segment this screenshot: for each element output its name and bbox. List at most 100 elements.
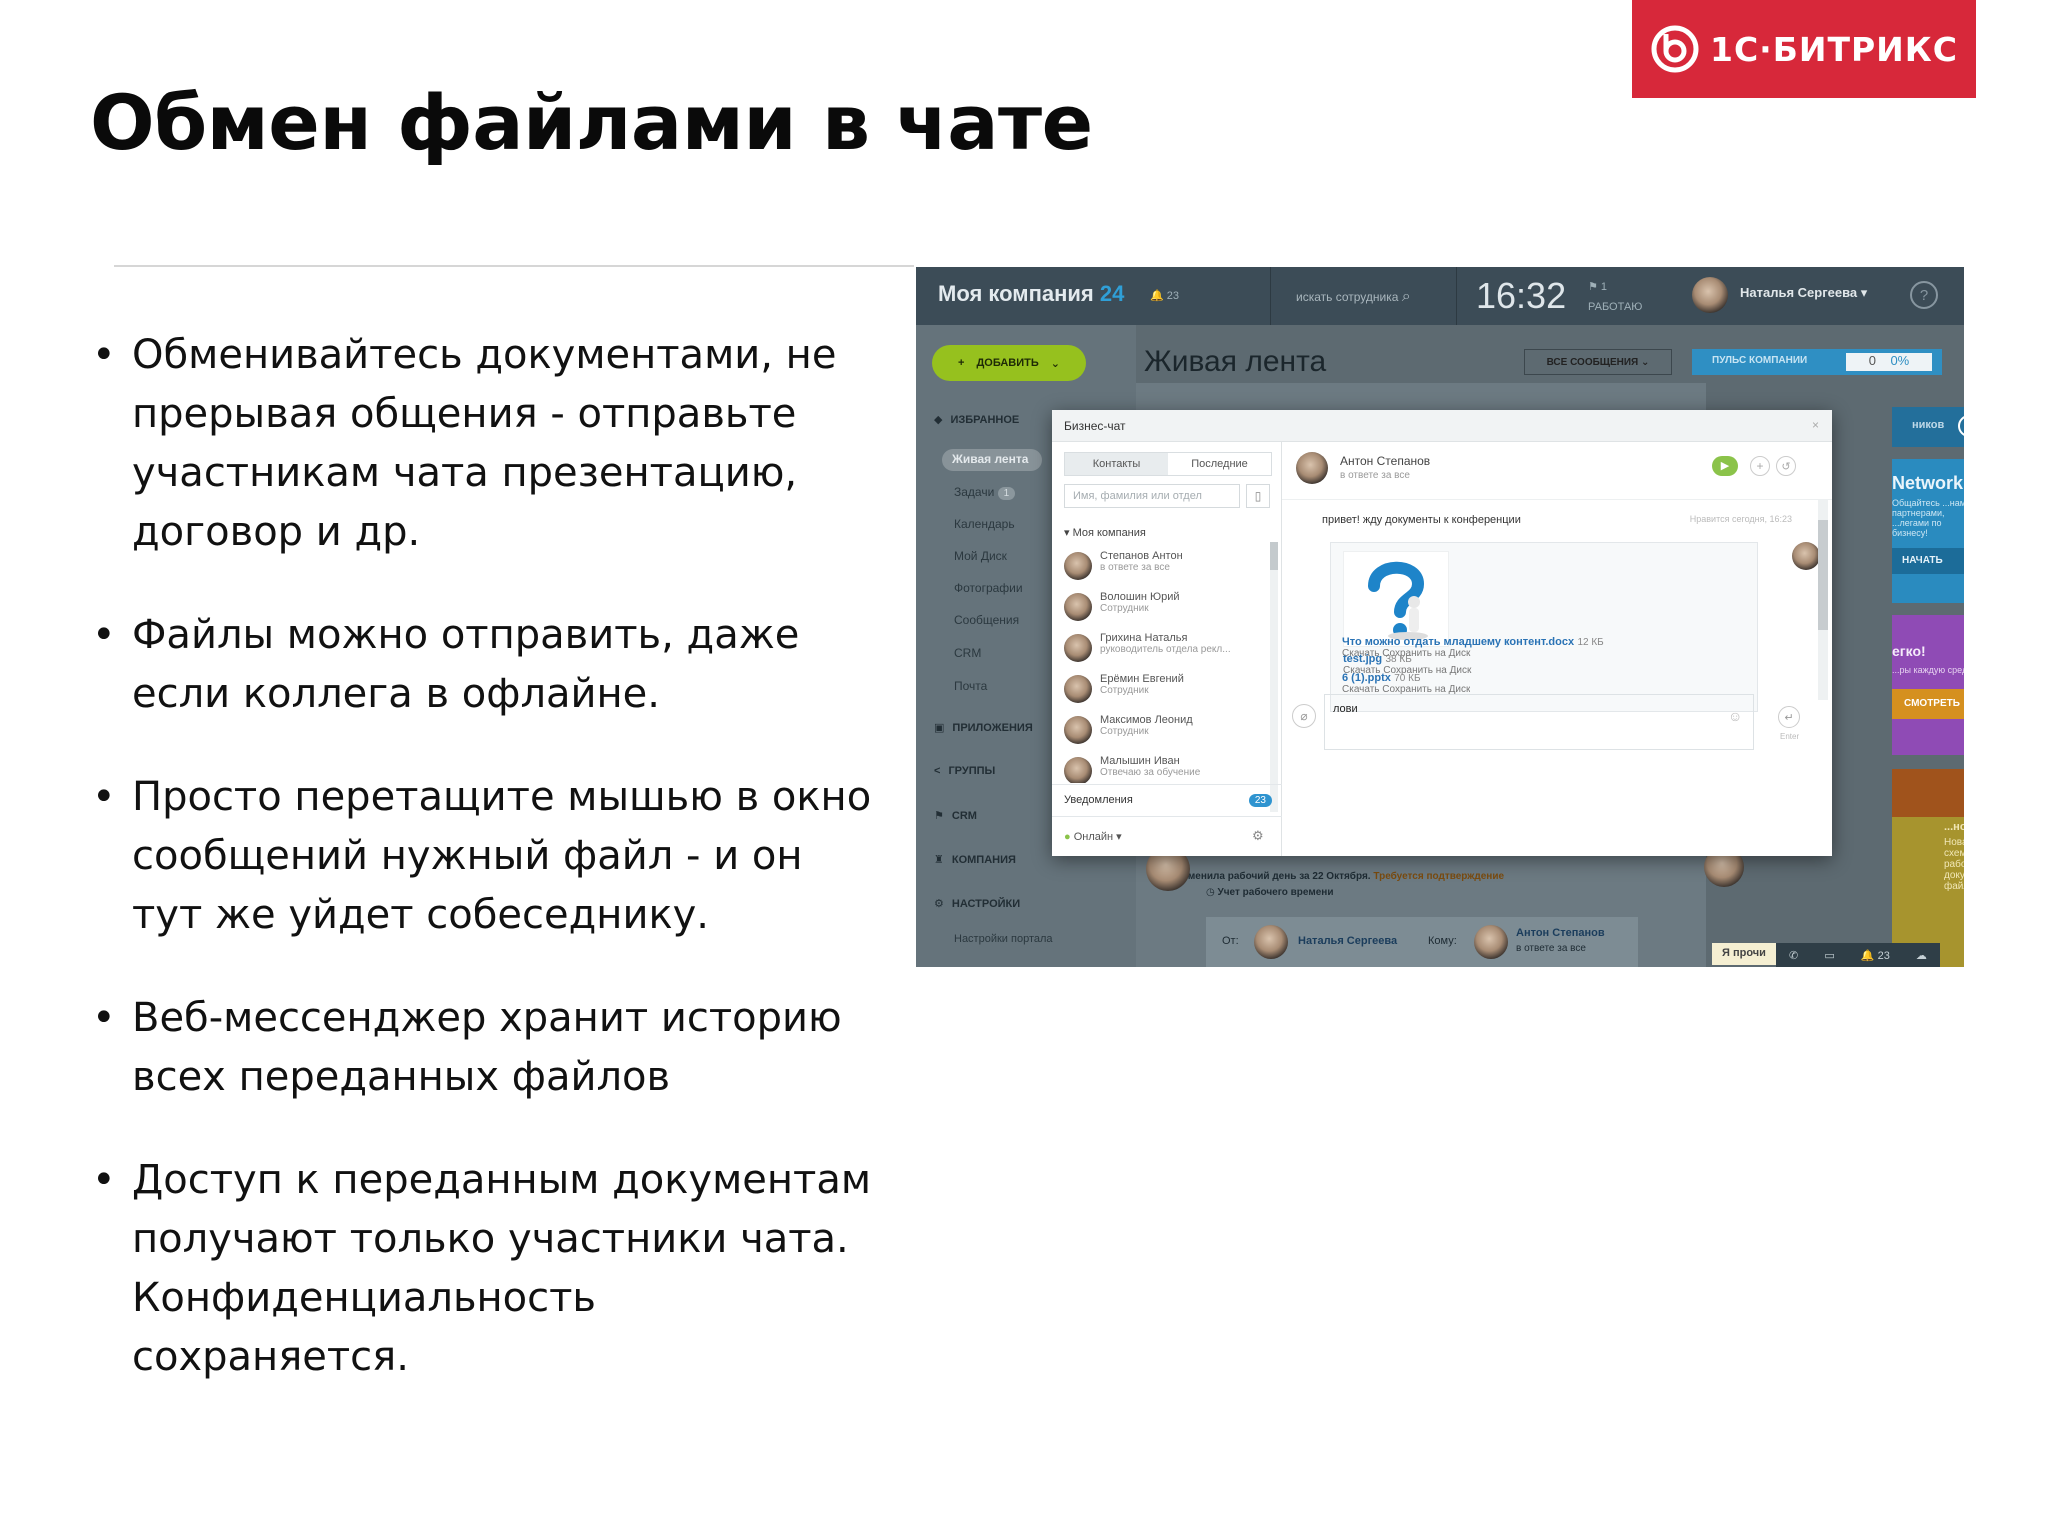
- to-name[interactable]: Антон Степанов: [1516, 927, 1605, 939]
- enter-hint: Enter: [1780, 732, 1800, 741]
- close-icon[interactable]: ×: [1812, 418, 1819, 432]
- contact-item[interactable]: Степанов Антон в ответе за все: [1064, 550, 1183, 588]
- tasks-count: 1: [997, 487, 1016, 500]
- right-card-1[interactable]: ников+: [1892, 407, 1964, 447]
- upload-icon[interactable]: ☁: [1916, 949, 1927, 962]
- mobile-icon[interactable]: ▯: [1246, 484, 1270, 508]
- nav-groups[interactable]: < ГРУППЫ: [934, 765, 995, 777]
- bullet-item: Доступ к переданным документам получают …: [92, 1151, 882, 1387]
- online-status[interactable]: ● Онлайн ▾: [1064, 830, 1122, 843]
- network-start-button[interactable]: НАЧАТЬ: [1892, 548, 1964, 574]
- tab-recent[interactable]: Последние: [1168, 453, 1271, 475]
- contact-status: Сотрудник: [1100, 685, 1149, 696]
- notifications-row[interactable]: Уведомления 23: [1064, 794, 1272, 807]
- feed-event-link[interactable]: Требуется подтверждение: [1373, 871, 1504, 882]
- work-status[interactable]: ⚑ 1 РАБОТАЮ: [1588, 277, 1642, 317]
- promo-watch-button[interactable]: СМОТРЕТЬ: [1892, 689, 1964, 719]
- add-user-icon[interactable]: +: [1750, 456, 1770, 476]
- feed-event-sub[interactable]: ◷ Учет рабочего времени: [1206, 887, 1333, 898]
- topbar-notifications[interactable]: 🔔 23: [1150, 289, 1179, 302]
- divider: [1052, 784, 1282, 785]
- nav-portal-settings[interactable]: Настройки портала: [954, 933, 1053, 945]
- company-name[interactable]: Моя компания 24: [938, 281, 1124, 307]
- nav-item-messages[interactable]: Сообщения: [954, 613, 1019, 627]
- contacts-scrollbar[interactable]: [1270, 542, 1278, 812]
- employee-search[interactable]: искать сотрудника ⌕: [1296, 288, 1411, 306]
- send-icon[interactable]: ↵: [1778, 706, 1800, 728]
- interlocutor-avatar: [1296, 452, 1328, 484]
- chat-icon[interactable]: ▭: [1824, 949, 1834, 962]
- clock-icon: ◷: [1206, 887, 1215, 898]
- slide-title: Обмен файлами в чате: [90, 78, 1093, 167]
- nav-applications[interactable]: ▣ ПРИЛОЖЕНИЯ: [934, 721, 1033, 735]
- nav-item-live-feed[interactable]: Живая лента: [942, 449, 1042, 471]
- file-size: 70 КБ: [1394, 673, 1421, 684]
- nav-item-mail[interactable]: Почта: [954, 679, 987, 693]
- from-name[interactable]: Наталья Сергеева: [1298, 935, 1397, 947]
- feed-recipients: От: Наталья Сергеева Кому: Антон Степано…: [1206, 917, 1638, 967]
- nav-item-photos[interactable]: Фотографии: [954, 581, 1023, 595]
- nav-company[interactable]: ♜ КОМПАНИЯ: [934, 853, 1016, 867]
- gear-icon[interactable]: ⚙: [1252, 828, 1264, 844]
- tab-contacts[interactable]: Контакты: [1065, 453, 1168, 475]
- business-chat-window: Бизнес-чат × Контакты Последние Имя, фам…: [1052, 410, 1832, 856]
- nav-section-label: КОМПАНИЯ: [951, 853, 1016, 866]
- interlocutor-status: в ответе за все: [1340, 470, 1410, 481]
- phone-icon[interactable]: ✆: [1789, 949, 1798, 962]
- nav-crm[interactable]: ⚑ CRM: [934, 809, 977, 823]
- user-menu[interactable]: Наталья Сергеева ▾: [1740, 285, 1867, 301]
- contact-name: Максимов Леонид: [1100, 714, 1193, 726]
- share-icon: <: [934, 765, 941, 777]
- contact-item[interactable]: Грихина Наталья руководитель отдела рекл.…: [1064, 632, 1231, 670]
- file-link[interactable]: 6 (1).pptx: [1342, 672, 1391, 684]
- user-avatar[interactable]: [1692, 277, 1728, 313]
- work-status-label: РАБОТАЮ: [1588, 301, 1643, 313]
- network-title: Network: [1892, 473, 1964, 493]
- bullet-item: Просто перетащите мышью в окно сообщений…: [92, 768, 882, 945]
- nav-item-my-drive[interactable]: Мой Диск: [954, 549, 1007, 563]
- contact-avatar: [1064, 675, 1092, 703]
- file-item: Что можно отдать младшему контент.docx 1…: [1342, 634, 1604, 659]
- chat-contacts-panel: Контакты Последние Имя, фамилия или отде…: [1052, 442, 1282, 856]
- bell-icon[interactable]: 🔔 23: [1861, 949, 1890, 962]
- from-avatar: [1254, 925, 1288, 959]
- company-count: 24: [1099, 281, 1125, 306]
- clock-time: 16:32: [1476, 275, 1567, 316]
- interlocutor-name[interactable]: Антон Степанов: [1340, 454, 1430, 468]
- nav-item-crm[interactable]: CRM: [954, 646, 981, 660]
- file-link[interactable]: Что можно отдать младшему контент.docx: [1342, 636, 1574, 648]
- nav-settings[interactable]: ⚙ НАСТРОЙКИ: [934, 897, 1020, 911]
- from-label: От:: [1222, 935, 1239, 947]
- contact-item[interactable]: Волошин Юрий Сотрудник: [1064, 591, 1180, 629]
- smile-icon[interactable]: ☺: [1728, 708, 1742, 724]
- nav-item-calendar[interactable]: Календарь: [954, 517, 1015, 531]
- contact-search-input[interactable]: Имя, фамилия или отдел: [1064, 484, 1240, 508]
- contact-status: Сотрудник: [1100, 603, 1149, 614]
- contact-item[interactable]: Малышин Иван Отвечаю за обучение: [1064, 755, 1200, 783]
- nav-item-tasks[interactable]: Задачи 1: [954, 485, 1016, 500]
- add-button[interactable]: + ДОБАВИТЬ ⌄: [932, 345, 1086, 381]
- history-icon[interactable]: ↺: [1776, 456, 1796, 476]
- feed-event: Изменила рабочий день за 22 Октября. Тре…: [1176, 871, 1505, 882]
- message-input[interactable]: лови: [1324, 694, 1754, 750]
- paperclip-icon[interactable]: ⌀: [1292, 704, 1316, 728]
- company-icon: ♜: [934, 854, 944, 866]
- contact-item[interactable]: Ерёмин Евгений Сотрудник: [1064, 673, 1184, 711]
- video-call-icon[interactable]: ▶: [1712, 456, 1738, 476]
- topbar-separator: [1270, 267, 1271, 325]
- contact-avatar: [1064, 716, 1092, 744]
- image-preview[interactable]: [1343, 551, 1449, 647]
- contacts-tabs: Контакты Последние: [1064, 452, 1272, 476]
- bottom-toolbar: ✆ ▭ 🔔 23 ☁: [1776, 943, 1940, 967]
- contact-item[interactable]: Максимов Леонид Сотрудник: [1064, 714, 1193, 752]
- conversation-header: Антон Степанов в ответе за все ▶ + ↺: [1282, 442, 1832, 500]
- contact-group[interactable]: ▾ Моя компания: [1064, 526, 1146, 539]
- messages-scrollbar[interactable]: [1818, 500, 1828, 700]
- help-button[interactable]: ?: [1910, 281, 1938, 309]
- apps-icon: ▣: [934, 722, 945, 734]
- nav-favorites[interactable]: ◆ ИЗБРАННОЕ: [934, 413, 1019, 427]
- file-actions[interactable]: Скачать Сохранить на Диск: [1342, 648, 1604, 659]
- network-text: Общайтесь ...нами, партнерами, ...легами…: [1892, 498, 1964, 538]
- feed-filter-select[interactable]: ВСЕ СООБЩЕНИЯ ⌄: [1524, 349, 1672, 375]
- contact-name: Волошин Юрий: [1100, 591, 1180, 603]
